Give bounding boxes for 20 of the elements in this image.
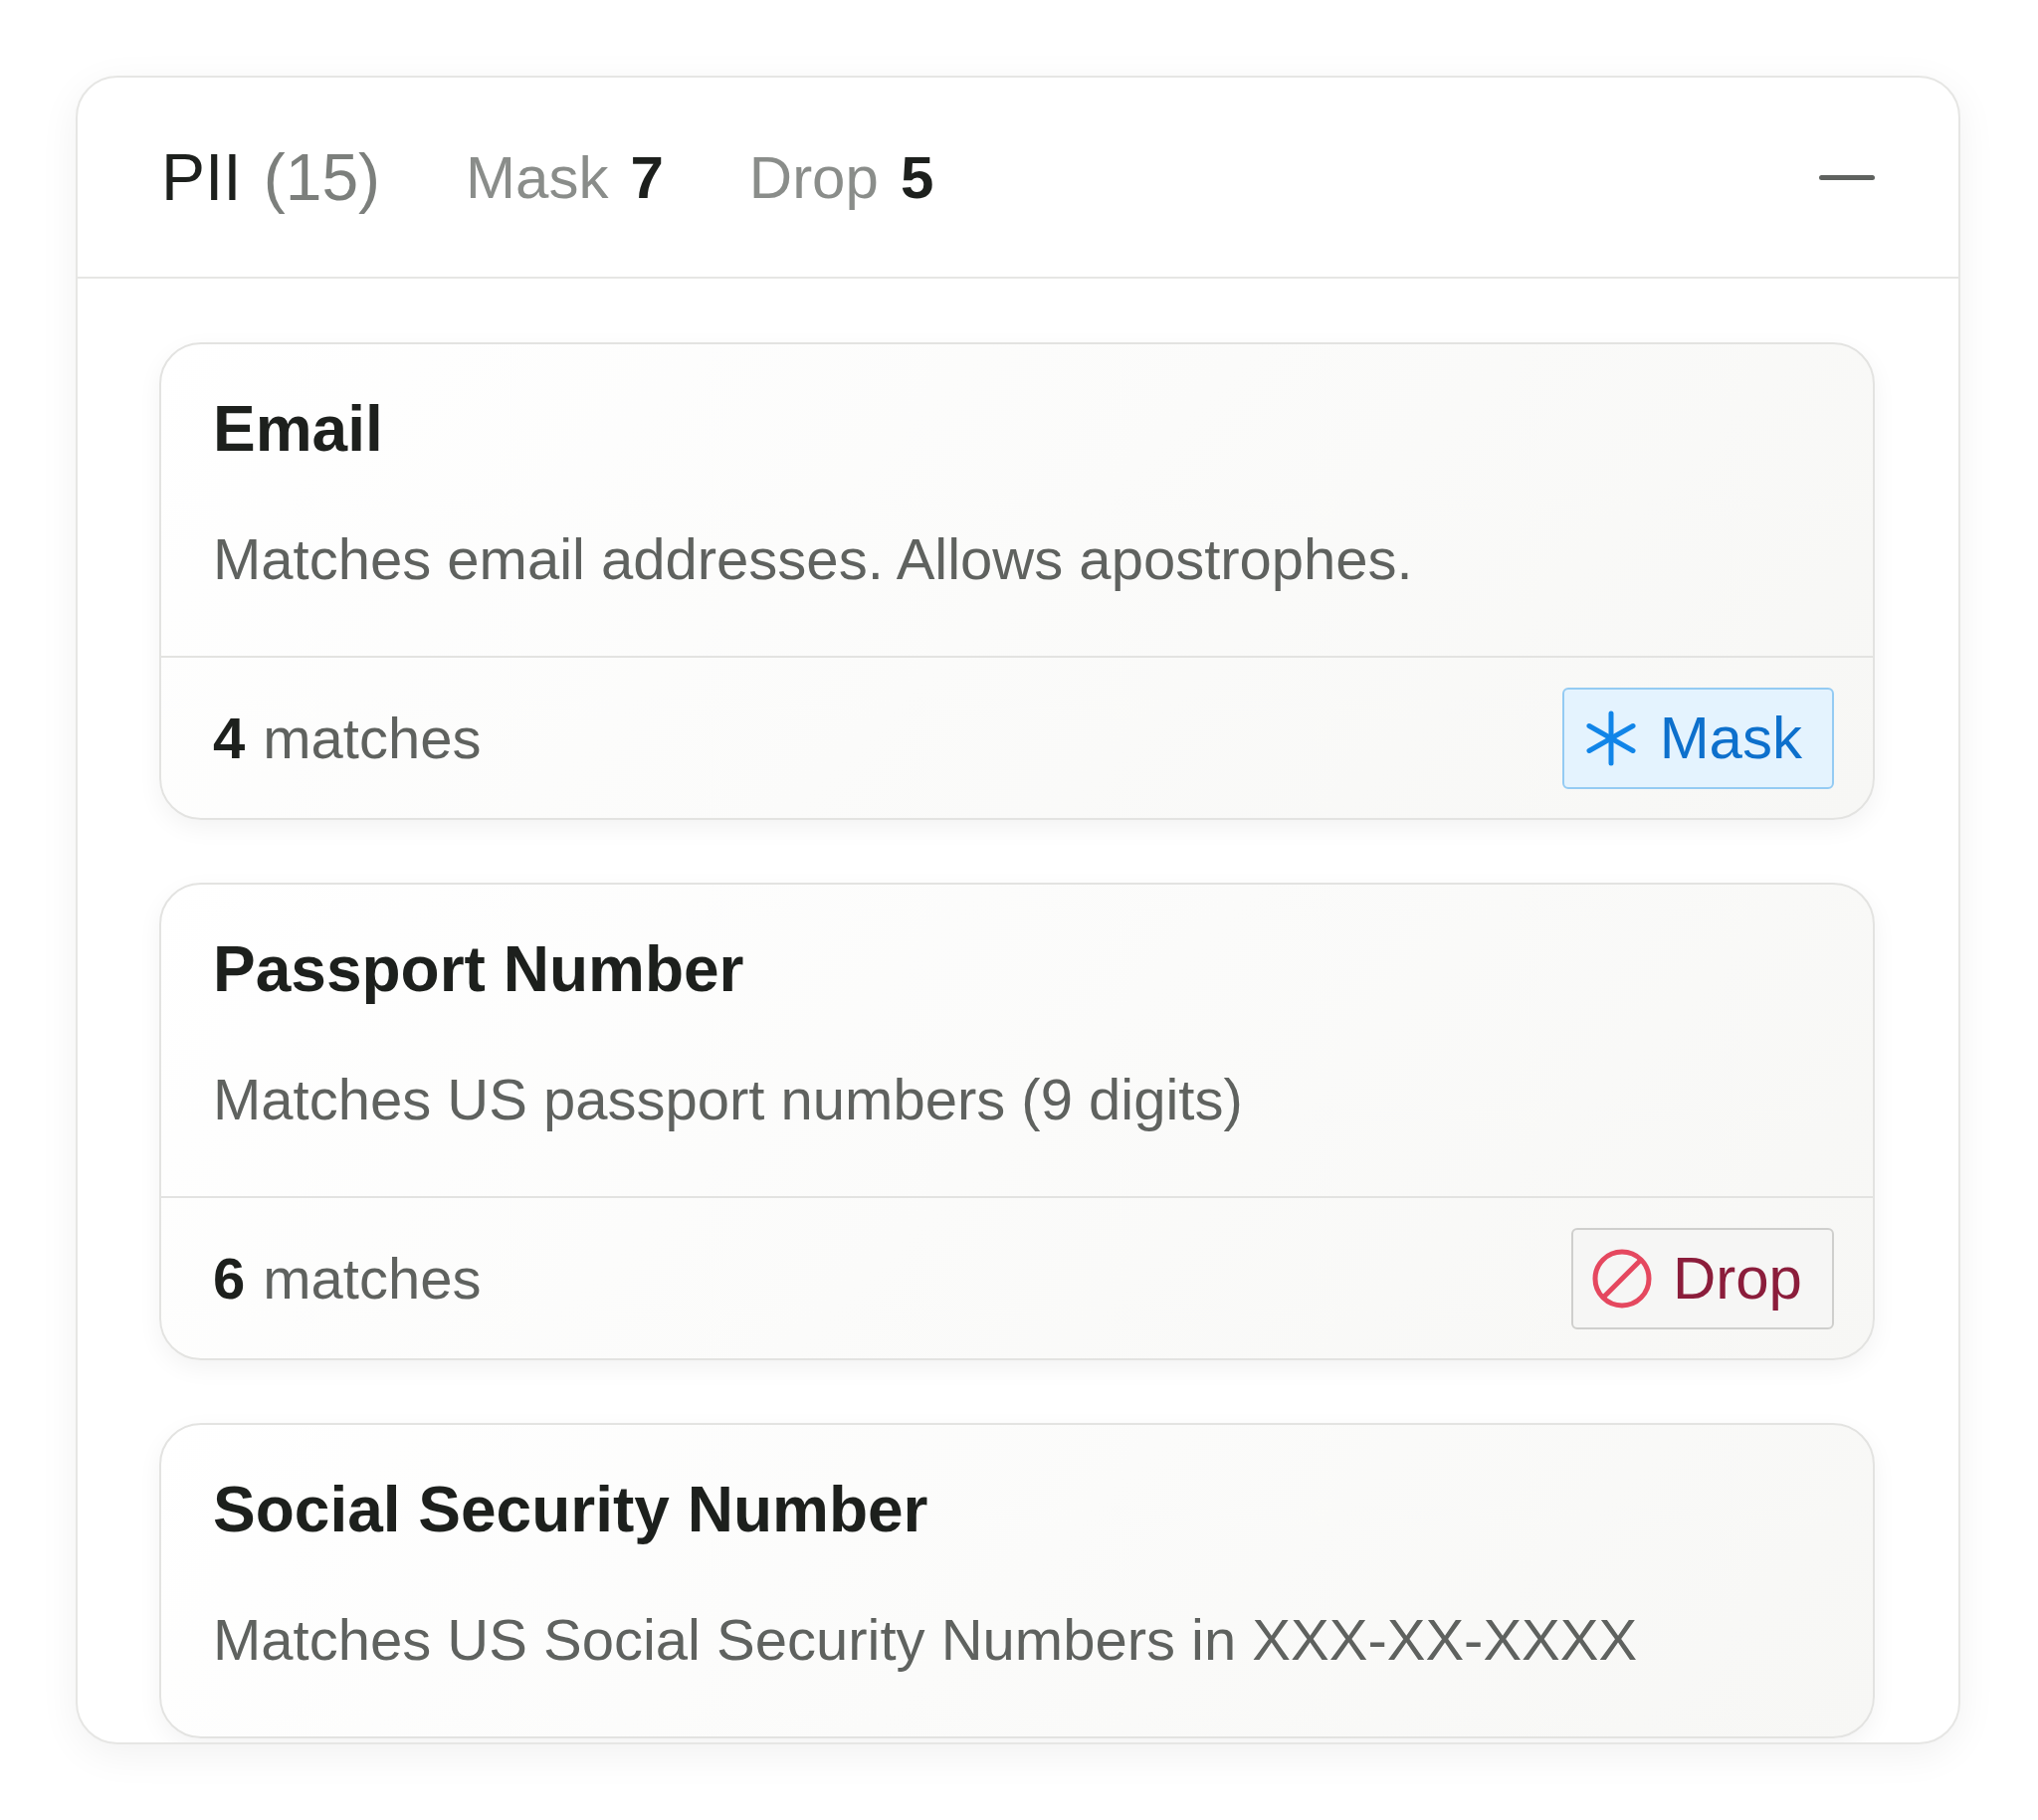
mask-button[interactable]: Mask <box>1561 687 1834 789</box>
section-title: PII <box>161 139 242 215</box>
stat-value: 7 <box>630 142 664 212</box>
rule-description: Matches US Social Security Numbers in XXX-XX-XXXX <box>213 1606 1639 1673</box>
stat-value: 5 <box>900 142 934 212</box>
match-label: matches <box>263 1245 482 1312</box>
rule-description: Matches US passport numbers (9 digits) <box>213 1066 1244 1132</box>
minus-icon <box>1819 173 1875 181</box>
match-count: 6 <box>213 1245 246 1312</box>
stat-label: Drop <box>748 142 879 212</box>
item-count: (15) <box>263 139 381 215</box>
match-label: matches <box>263 705 482 771</box>
match-count: 4 <box>213 705 246 771</box>
rule-description: Matches email addresses. Allows apostrophes. <box>213 525 1414 592</box>
prohibited-icon <box>1590 1247 1653 1310</box>
rule-name: Passport Number <box>213 932 745 1006</box>
rule-name: Social Security Number <box>213 1473 929 1546</box>
drop-button[interactable]: Drop <box>1570 1227 1834 1329</box>
stat-label: Mask <box>466 142 609 212</box>
rule-name: Email <box>213 392 384 466</box>
